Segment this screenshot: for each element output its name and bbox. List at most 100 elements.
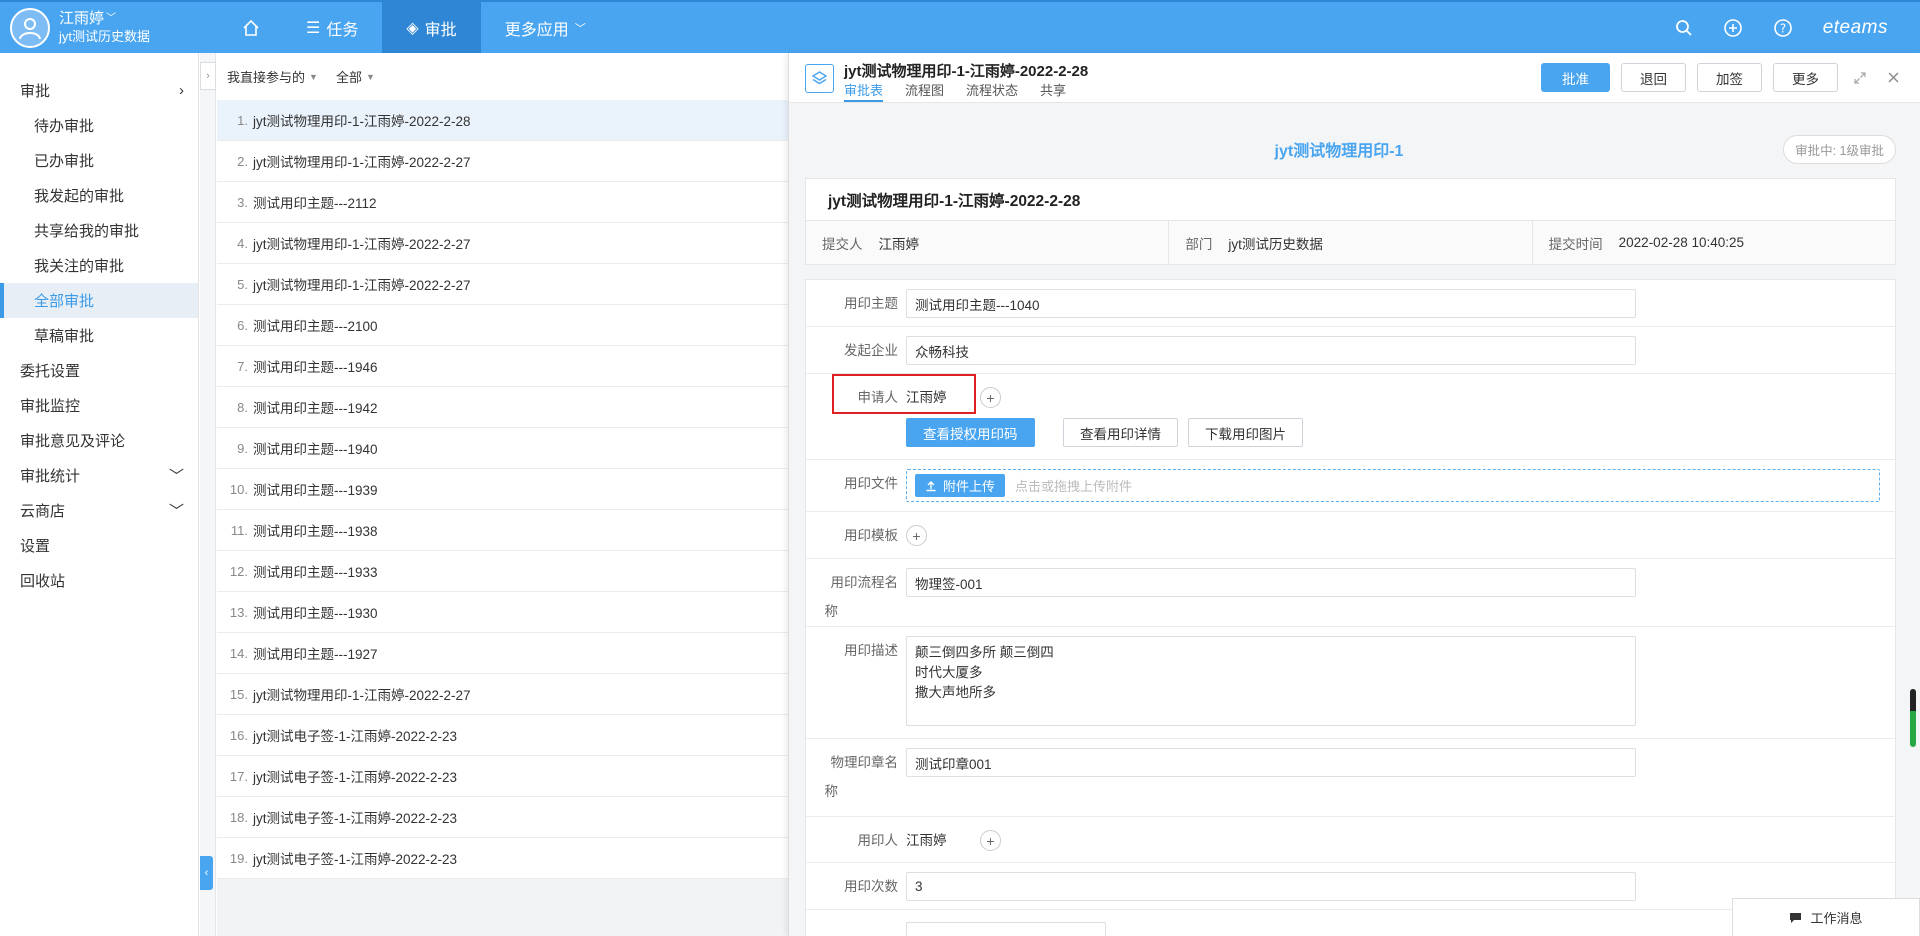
close-icon[interactable] [1882, 67, 1904, 89]
user-menu[interactable]: 江雨婷 ﹀ jyt测试历史数据 [0, 7, 220, 48]
help-icon[interactable]: ? [1773, 18, 1793, 38]
expand-toggle-button[interactable]: › [200, 62, 216, 90]
seal-name-input[interactable]: 测试印章001 [906, 748, 1636, 777]
subject-input[interactable]: 测试用印主题---1040 [906, 289, 1636, 318]
description-textarea[interactable]: 颠三倒四多所 颠三倒四 时代大厦多 撒大声地所多 [906, 636, 1636, 726]
list-item[interactable]: 2. jyt测试物理用印-1-江雨婷-2022-2-27 [217, 141, 788, 182]
sidebar-item-pending[interactable]: 待办审批 [0, 108, 198, 143]
list-item[interactable]: 4. jyt测试物理用印-1-江雨婷-2022-2-27 [217, 223, 788, 264]
list-item[interactable]: 7. 测试用印主题---1946 [217, 346, 788, 387]
list-item-number: 13. [229, 604, 248, 620]
next-field-input[interactable] [906, 922, 1106, 936]
sidebar-item-comments[interactable]: 审批意见及评论 [0, 423, 198, 458]
upload-dropzone[interactable]: 附件上传 点击或拖拽上传附件 [906, 469, 1880, 502]
download-seal-image-button[interactable]: 下载用印图片 [1188, 418, 1303, 447]
field-seal-name: 物理印章名称 测试印章001 [806, 739, 1897, 817]
detail-header: jyt测试物理用印-1-江雨婷-2022-2-28 审批表 流程图 流程状态 共… [789, 53, 1920, 103]
add-icon[interactable] [1723, 18, 1743, 38]
list-item-title: jyt测试电子签-1-江雨婷-2022-2-23 [253, 852, 458, 867]
list-item-number: 4. [237, 235, 248, 251]
list-item[interactable]: 18. jyt测试电子签-1-江雨婷-2022-2-23 [217, 797, 788, 838]
list-item[interactable]: 16. jyt测试电子签-1-江雨婷-2022-2-23 [217, 715, 788, 756]
list-item-title: jyt测试物理用印-1-江雨婷-2022-2-27 [253, 155, 471, 170]
company-input[interactable]: 众畅科技 [906, 336, 1636, 365]
list-item-number: 7. [237, 358, 248, 374]
svg-text:?: ? [1780, 21, 1786, 35]
department: jyt测试历史数据 [1228, 236, 1323, 252]
list-item[interactable]: 11. 测试用印主题---1938 [217, 510, 788, 551]
sidebar-item-all[interactable]: 全部审批 [0, 283, 198, 318]
chat-icon [1790, 913, 1802, 923]
nav-tasks[interactable]: ☰ 任务 [282, 2, 382, 53]
tab-flowchart[interactable]: 流程图 [905, 80, 944, 102]
nav-approval[interactable]: ◈ 审批 [382, 2, 481, 53]
sidebar-item-initiated[interactable]: 我发起的审批 [0, 178, 198, 213]
list-item[interactable]: 13. 测试用印主题---1930 [217, 592, 788, 633]
add-template-icon[interactable]: + [906, 525, 927, 546]
summary-card: jyt测试物理用印-1-江雨婷-2022-2-28 提交人 江雨婷 部门 jyt测试… [805, 178, 1896, 265]
detail-pane: jyt测试物理用印-1-江雨婷-2022-2-28 审批表 流程图 流程状态 共… [788, 53, 1920, 936]
list-item[interactable]: 15. jyt测试物理用印-1-江雨婷-2022-2-27 [217, 674, 788, 715]
list-item[interactable]: 1. jyt测试物理用印-1-江雨婷-2022-2-28 [217, 100, 788, 141]
sidebar-item-monitor[interactable]: 审批监控 [0, 388, 198, 423]
sidebar-item-recycle[interactable]: 回收站 [0, 563, 198, 598]
search-icon[interactable] [1675, 19, 1693, 37]
list-item[interactable]: 3. 测试用印主题---2112 [217, 182, 788, 223]
list-item[interactable]: 5. jyt测试物理用印-1-江雨婷-2022-2-27 [217, 264, 788, 305]
detail-actions: 批准 退回 加签 更多 [1541, 63, 1904, 92]
use-count-input[interactable]: 3 [906, 872, 1636, 901]
home-nav[interactable] [220, 2, 282, 53]
sidebar-item-delegation[interactable]: 委托设置 [0, 353, 198, 388]
list-icon: ☰ [306, 19, 321, 37]
caret-down-icon: ▼ [365, 71, 375, 82]
sidebar-item-shared[interactable]: 共享给我的审批 [0, 213, 198, 248]
sidebar-item-stats[interactable]: 审批统计 ﹀ [0, 458, 198, 493]
expand-icon[interactable] [1849, 67, 1871, 89]
nav-more-apps[interactable]: 更多应用 ﹀ [481, 2, 610, 53]
list-item-number: 11. [230, 522, 248, 538]
work-message-button[interactable]: 工作消息 [1732, 898, 1920, 936]
card-title: jyt测试物理用印-1-江雨婷-2022-2-28 [806, 179, 1895, 221]
view-seal-detail-button[interactable]: 查看用印详情 [1063, 418, 1178, 447]
scope-filter[interactable]: 我直接参与的 ▼ [227, 67, 318, 86]
list-item-number: 17. [229, 768, 248, 784]
list-item[interactable]: 14. 测试用印主题---1927 [217, 633, 788, 674]
list-item-number: 12. [229, 563, 248, 579]
add-sign-button[interactable]: 加签 [1697, 63, 1762, 92]
flow-name-input[interactable]: 物理签-001 [906, 568, 1636, 597]
sidebar-item-done[interactable]: 已办审批 [0, 143, 198, 178]
sidebar-item-followed[interactable]: 我关注的审批 [0, 248, 198, 283]
upload-icon [926, 480, 936, 491]
reject-button[interactable]: 退回 [1621, 63, 1686, 92]
chevron-left-icon: ‹ [204, 867, 209, 879]
sidebar-item-store[interactable]: 云商店 ﹀ [0, 493, 198, 528]
field-applicant: 申请人 江雨婷 + 查看授权用印码 查看用印详情 下载用印图片 [806, 374, 1897, 460]
upload-button[interactable]: 附件上传 [915, 474, 1006, 497]
list-item[interactable]: 8. 测试用印主题---1942 [217, 387, 788, 428]
add-applicant-icon[interactable]: + [980, 387, 1001, 408]
sidebar-item-approval[interactable]: 审批 › [0, 73, 198, 108]
list-item[interactable]: 17. jyt测试电子签-1-江雨婷-2022-2-23 [217, 756, 788, 797]
tab-share[interactable]: 共享 [1040, 80, 1066, 102]
list-item[interactable]: 6. 测试用印主题---2100 [217, 305, 788, 346]
more-button[interactable]: 更多 [1773, 63, 1838, 92]
collapse-handle[interactable]: ‹ [200, 856, 213, 890]
list-item-number: 19. [229, 850, 248, 866]
sidebar-item-settings[interactable]: 设置 [0, 528, 198, 563]
list-item[interactable]: 12. 测试用印主题---1933 [217, 551, 788, 592]
layers-icon [805, 64, 834, 93]
list-item-title: 测试用印主题---1942 [253, 401, 378, 416]
add-seal-user-icon[interactable]: + [980, 830, 1001, 851]
submitter: 江雨婷 [878, 236, 920, 252]
tab-flow-status[interactable]: 流程状态 [966, 80, 1018, 102]
approve-button[interactable]: 批准 [1541, 63, 1610, 92]
status-filter[interactable]: 全部 ▼ [336, 67, 375, 86]
avatar[interactable] [10, 7, 50, 48]
list-item[interactable]: 9. 测试用印主题---1940 [217, 428, 788, 469]
sidebar-item-drafts[interactable]: 草稿审批 [0, 318, 198, 353]
view-auth-code-button[interactable]: 查看授权用印码 [906, 418, 1035, 447]
brand-logo[interactable]: eteams [1823, 17, 1888, 39]
list-item[interactable]: 10. 测试用印主题---1939 [217, 469, 788, 510]
tab-form[interactable]: 审批表 [844, 80, 884, 102]
list-item[interactable]: 19. jyt测试电子签-1-江雨婷-2022-2-23 [217, 838, 788, 879]
